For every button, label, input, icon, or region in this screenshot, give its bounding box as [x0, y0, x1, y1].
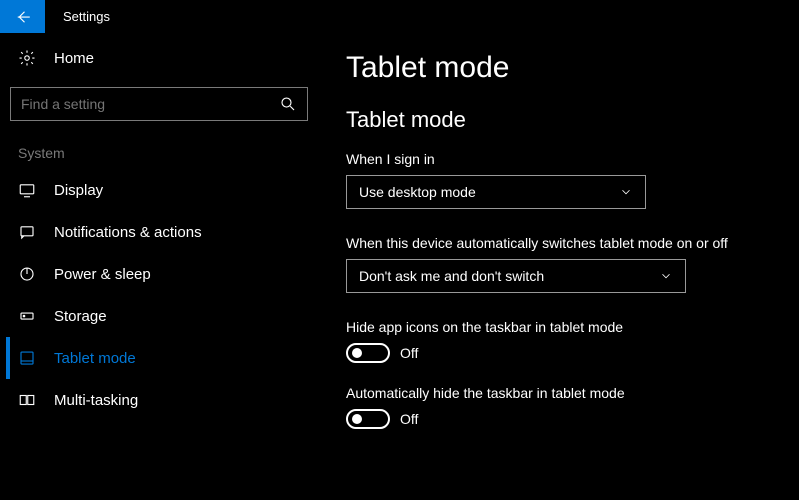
search-input[interactable] — [21, 96, 279, 112]
sidebar-item-notifications[interactable]: Notifications & actions — [6, 211, 308, 253]
toggle-state: Off — [400, 345, 418, 361]
sign-in-dropdown[interactable]: Use desktop mode — [346, 175, 646, 209]
chevron-down-icon — [659, 269, 673, 283]
toggle-state: Off — [400, 411, 418, 427]
sign-in-label: When I sign in — [346, 151, 779, 167]
sidebar-item-label: Storage — [54, 308, 107, 325]
sidebar-item-display[interactable]: Display — [6, 169, 308, 211]
main-panel: Tablet mode Tablet mode When I sign in U… — [318, 33, 799, 500]
sidebar-item-label: Tablet mode — [54, 350, 136, 367]
section-title: Tablet mode — [346, 107, 779, 133]
dropdown-value: Use desktop mode — [359, 184, 476, 200]
search-box[interactable] — [10, 87, 308, 121]
power-icon — [18, 265, 36, 283]
auto-switch-dropdown[interactable]: Don't ask me and don't switch — [346, 259, 686, 293]
hide-taskbar-toggle[interactable] — [346, 409, 390, 429]
sidebar-item-label: Power & sleep — [54, 266, 151, 283]
sidebar-item-label: Notifications & actions — [54, 224, 202, 241]
sidebar-item-label: Display — [54, 182, 103, 199]
home-link[interactable]: Home — [10, 33, 308, 83]
sidebar: Home System Display Notifications & acti… — [0, 33, 318, 500]
gear-icon — [18, 49, 36, 67]
group-label-system: System — [10, 139, 308, 169]
tablet-icon — [18, 349, 36, 367]
sidebar-item-multitasking[interactable]: Multi-tasking — [6, 379, 308, 421]
home-label: Home — [54, 50, 94, 67]
multitasking-icon — [18, 391, 36, 409]
notifications-icon — [18, 223, 36, 241]
title-bar: Settings — [0, 0, 799, 33]
arrow-left-icon — [14, 8, 32, 26]
page-title: Tablet mode — [346, 51, 779, 85]
hide-icons-label: Hide app icons on the taskbar in tablet … — [346, 319, 779, 335]
sidebar-item-storage[interactable]: Storage — [6, 295, 308, 337]
sidebar-item-label: Multi-tasking — [54, 392, 138, 409]
hide-taskbar-label: Automatically hide the taskbar in tablet… — [346, 385, 779, 401]
hide-icons-toggle[interactable] — [346, 343, 390, 363]
monitor-icon — [18, 181, 36, 199]
back-button[interactable] — [0, 0, 45, 33]
sidebar-item-power[interactable]: Power & sleep — [6, 253, 308, 295]
search-icon — [279, 95, 297, 113]
sidebar-item-tablet-mode[interactable]: Tablet mode — [6, 337, 308, 379]
storage-icon — [18, 307, 36, 325]
chevron-down-icon — [619, 185, 633, 199]
dropdown-value: Don't ask me and don't switch — [359, 268, 544, 284]
app-title: Settings — [45, 0, 110, 33]
auto-switch-label: When this device automatically switches … — [346, 235, 779, 251]
